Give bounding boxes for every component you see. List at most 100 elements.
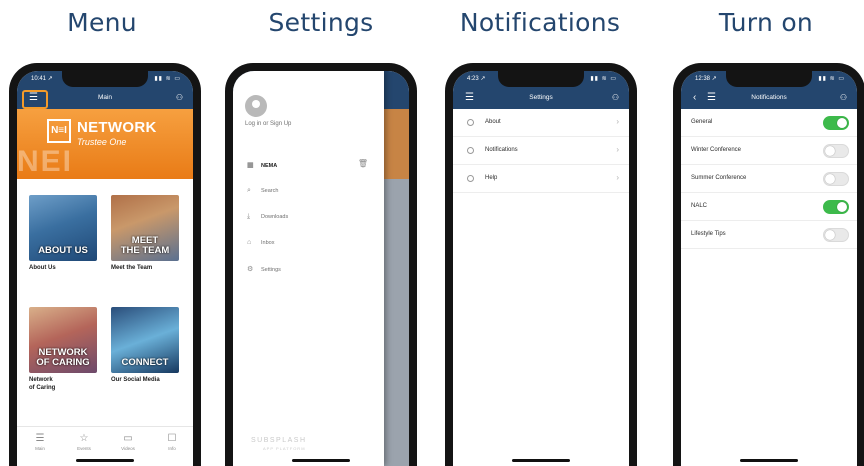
tab-label: Videos: [121, 446, 135, 451]
tile-connect[interactable]: CONNECT: [111, 307, 179, 373]
tutorial-strip: Menu Settings Notifications Turn on 10:4…: [0, 0, 864, 466]
tab-info[interactable]: ☐ Info: [157, 433, 187, 452]
status-icons: ▮▮ ≋ ▭: [590, 76, 617, 82]
tile-label: MEET THE TEAM: [120, 235, 170, 257]
toggle-switch[interactable]: [823, 116, 849, 130]
home-indicator: [512, 459, 570, 462]
heading-turn-on: Turn on: [718, 8, 814, 37]
toggle-switch[interactable]: [823, 172, 849, 186]
gear-icon: ⚙: [247, 266, 254, 273]
phone-turn-on: 12:38 ↗ ▮▮ ≋ ▭ ‹ ☰ Notifications ⚇ Gener…: [673, 63, 864, 466]
download-icon: ⤓: [247, 213, 251, 220]
login-link[interactable]: Log in or Sign Up: [245, 121, 291, 127]
tile-caption: Our Social Media: [111, 377, 160, 383]
toggle-row-summer-conference: Summer Conference: [681, 165, 857, 193]
tile-caption: About Us: [29, 265, 56, 271]
phone-menu: 10:41 ↗ ▮▮ ≋ ▭ ☰ Main ⚇ NEI N≡I NETWORK …: [9, 63, 201, 466]
toggle-row-lifestyle-tips: Lifestyle Tips: [681, 221, 857, 249]
toggle-switch[interactable]: [823, 144, 849, 158]
screen-menu: 10:41 ↗ ▮▮ ≋ ▭ ☰ Main ⚇ NEI N≡I NETWORK …: [17, 71, 193, 466]
subsplash-brand-sub: APP PLATFORM: [263, 446, 306, 451]
toggle-switch[interactable]: [823, 200, 849, 214]
toggle-switch[interactable]: [823, 228, 849, 242]
drawer-item-settings[interactable]: ⚙ Settings: [247, 265, 281, 273]
drawer-item-downloads[interactable]: ⤓ Downloads: [247, 213, 288, 221]
heading-settings: Settings: [268, 8, 374, 37]
screen-icon: ▭: [123, 433, 133, 444]
settings-row-help[interactable]: Help ›: [453, 165, 629, 193]
row-label: Help: [485, 175, 498, 181]
chevron-right-icon: ›: [616, 145, 619, 154]
status-time: 4:23 ↗: [467, 76, 486, 82]
screen-notifications: 4:23 ↗ ▮▮ ≋ ▭ ☰ Settings ⚇ About › Notif…: [453, 71, 629, 466]
tab-label: Main: [35, 446, 45, 451]
profile-icon[interactable]: ⚇: [176, 94, 183, 102]
phone-notch: [726, 71, 812, 87]
toggle-row-nalc: NALC: [681, 193, 857, 221]
network-banner: NEI N≡I NETWORK Trustee One: [17, 109, 193, 179]
home-indicator: [292, 459, 350, 462]
tab-label: Info: [168, 446, 176, 451]
info-icon: [467, 119, 474, 126]
row-label: NALC: [691, 203, 708, 209]
status-icons: ▮▮ ≋ ▭: [154, 76, 181, 82]
nav-bar: ‹ ☰ Notifications ⚇: [681, 89, 857, 109]
search-icon: ⌕: [247, 187, 251, 194]
tile-meet-the-team[interactable]: MEET THE TEAM: [111, 195, 179, 261]
tile-label: ABOUT US: [38, 245, 88, 257]
nav-title: Settings: [529, 94, 553, 101]
drawer-item-label: Settings: [261, 267, 281, 273]
row-label: About: [485, 119, 501, 125]
toggle-row-general: General: [681, 109, 857, 137]
avatar[interactable]: [245, 95, 267, 117]
drawer-item-search[interactable]: ⌕ Search: [247, 187, 278, 195]
profile-icon[interactable]: ⚇: [612, 94, 619, 102]
tile-network-of-caring[interactable]: NETWORK OF CARING: [29, 307, 97, 373]
subsplash-brand: SUBSPLASH: [251, 437, 307, 444]
side-drawer: Log in or Sign Up ▦ NEMA ⌕ Search ⤓ Downloa…: [233, 71, 384, 466]
home-indicator: [76, 459, 134, 462]
screen-turn-on: 12:38 ↗ ▮▮ ≋ ▭ ‹ ☰ Notifications ⚇ Gener…: [681, 71, 857, 466]
status-time: 10:41 ↗: [31, 76, 53, 82]
bell-icon: [467, 147, 474, 154]
profile-icon[interactable]: ⚇: [840, 94, 847, 102]
tile-label: CONNECT: [121, 357, 169, 369]
phone-notch: [62, 71, 148, 87]
status-time: 12:38 ↗: [695, 76, 717, 82]
row-label: Lifestyle Tips: [691, 231, 726, 237]
tile-caption: Network of Caring: [29, 377, 56, 391]
nav-bar: ☰ Main ⚇: [17, 89, 193, 109]
trash-icon[interactable]: 🗑: [358, 159, 368, 168]
heading-notifications: Notifications: [459, 8, 621, 37]
phone-settings: Log in or Sign Up ▦ NEMA ⌕ Search ⤓ Downloa…: [225, 63, 417, 466]
banner-background-text: NEI: [17, 145, 74, 178]
home-indicator: [740, 459, 798, 462]
drawer-item-label: Downloads: [261, 214, 289, 220]
drawer-item-label: Search: [261, 188, 279, 194]
tile-caption: Meet the Team: [111, 265, 153, 271]
tab-events[interactable]: ☆ Events: [69, 434, 99, 452]
screen-settings: Log in or Sign Up ▦ NEMA ⌕ Search ⤓ Downloa…: [233, 71, 409, 466]
info-icon: ☐: [167, 433, 177, 444]
drawer-item-inbox[interactable]: ⌂ Inbox: [247, 239, 274, 246]
status-icons: ▮▮ ≋ ▭: [818, 76, 845, 82]
tile-about-us[interactable]: ABOUT US: [29, 195, 97, 261]
network-logo: N≡I: [47, 119, 71, 143]
grid-icon: ▦: [247, 162, 254, 169]
tab-bar: ☰ Main ☆ Events ▭ Videos ☐ Info: [17, 426, 193, 466]
row-label: Winter Conference: [691, 147, 742, 153]
inbox-icon: ⌂: [247, 239, 252, 246]
row-label: Summer Conference: [691, 175, 747, 181]
tab-main[interactable]: ☰ Main: [25, 434, 55, 452]
phone-notch: [498, 71, 584, 87]
nav-bar: ☰ Settings ⚇: [453, 89, 629, 109]
tab-videos[interactable]: ▭ Videos: [113, 433, 143, 452]
row-label: Notifications: [485, 147, 518, 153]
banner-title: NETWORK: [77, 119, 157, 136]
tile-label: NETWORK OF CARING: [36, 347, 90, 369]
drawer-item-nema[interactable]: ▦ NEMA: [247, 161, 277, 169]
settings-row-notifications[interactable]: Notifications ›: [453, 137, 629, 165]
settings-list: About › Notifications › Help ›: [453, 109, 629, 193]
settings-row-about[interactable]: About ›: [453, 109, 629, 137]
nav-title: Main: [97, 94, 113, 101]
